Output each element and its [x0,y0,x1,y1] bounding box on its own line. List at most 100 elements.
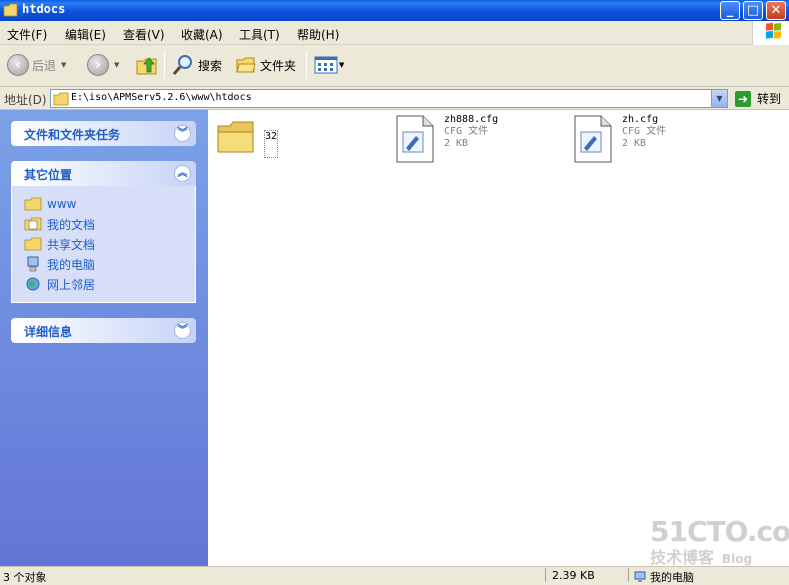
file-item[interactable]: zh888.cfg CFG 文件 2 KB [394,114,498,164]
chevron-down-icon[interactable]: ︾ [174,125,191,142]
file-type: CFG 文件 [444,126,489,137]
chevron-down-icon[interactable]: ︾ [174,322,191,339]
address-label: 地址(D) [4,93,47,107]
menu-file[interactable]: 文件(F) [7,26,47,43]
menu-favorites[interactable]: 收藏(A) [181,26,223,43]
place-shared-documents[interactable]: 共享文档 [24,234,195,254]
status-divider [628,568,629,582]
status-location-label: 我的电脑 [650,571,694,584]
menu-bar: 文件(F) 编辑(E) 查看(V) 收藏(A) 工具(T) 帮助(H) [0,21,789,45]
place-label: 我的电脑 [47,257,96,272]
watermark-blog: Blog [722,552,753,566]
cfg-file-icon [574,115,612,163]
details-panel: 详细信息 ︾ [11,318,196,343]
status-location: 我的电脑 [634,569,694,585]
back-button[interactable]: ‹ 后退 ▼ [7,45,66,85]
file-size: 2 KB [622,138,647,149]
up-folder-button[interactable] [135,45,159,85]
toolbar-separator [306,51,307,79]
menu-edit[interactable]: 编辑(E) [65,26,106,43]
other-places-title: 其它位置 [24,168,73,182]
go-arrow-icon: ➜ [735,90,751,107]
network-places-icon [26,277,40,291]
shared-folder-icon [24,237,42,251]
search-button[interactable]: 搜索 [171,45,222,85]
status-size: 2.39 KB [552,569,595,582]
up-folder-icon [136,57,157,75]
toolbar: ‹ 后退 ▼ › ▼ 搜索 文件夹 ▼ [0,45,789,87]
title-bar: htdocs _ □ ✕ [0,0,789,21]
menu-tools[interactable]: 工具(T) [239,26,280,43]
place-www[interactable]: www [24,194,195,214]
folders-label: 文件夹 [260,58,297,73]
search-icon [172,55,192,75]
file-type: CFG 文件 [622,126,667,137]
views-icon [314,56,338,74]
file-size: 2 KB [444,138,469,149]
file-item[interactable]: 32 [216,118,279,158]
place-network[interactable]: 网上邻居 [24,274,195,294]
back-label: 后退 [32,58,57,73]
place-label: www [47,197,77,211]
place-label: 共享文档 [47,237,96,252]
views-dropdown-icon: ▼ [339,61,345,69]
place-label: 网上邻居 [47,277,96,292]
watermark-sub: 技术博客 [650,548,715,567]
maximize-button[interactable]: □ [743,1,763,20]
forward-arrow-icon: › [87,54,109,76]
file-name: zh.cfg [622,114,659,125]
my-documents-icon [24,217,42,231]
menu-view[interactable]: 查看(V) [123,26,165,43]
address-path: E:\iso\APMServ5.2.6\www\htdocs [71,92,252,103]
my-computer-icon [634,571,646,582]
views-button[interactable]: ▼ [314,45,344,85]
file-item[interactable]: zh.cfg CFG 文件 2 KB [572,114,666,164]
other-places-header[interactable]: 其它位置 ︽ [11,161,196,186]
forward-dropdown-icon: ▼ [114,61,120,69]
status-divider [545,568,546,582]
menu-help[interactable]: 帮助(H) [297,26,339,43]
folder-icon [53,92,69,106]
file-list: 32 zh888.cfg CFG 文件 2 KB zh.cfg CFG 文件 2… [208,110,789,566]
folders-button[interactable]: 文件夹 [235,45,296,85]
place-my-computer[interactable]: 我的电脑 [24,254,195,274]
chevron-up-icon[interactable]: ︽ [174,165,191,182]
minimize-button[interactable]: _ [720,1,740,20]
status-bar: 3 个对象 2.39 KB 我的电脑 [0,566,789,585]
folder-icon [24,197,42,211]
place-label: 我的文档 [47,217,96,232]
address-dropdown-icon[interactable]: ▼ [711,90,727,107]
toolbar-separator [164,51,165,79]
file-meta: zh888.cfg CFG 文件 2 KB [444,114,498,164]
my-computer-icon [27,256,39,272]
place-my-documents[interactable]: 我的文档 [24,214,195,234]
search-label: 搜索 [198,58,223,73]
back-arrow-icon: ‹ [7,54,29,76]
close-button[interactable]: ✕ [766,1,786,20]
other-places-list: www 我的文档 共享文档 我的电脑 网上邻居 [11,186,196,303]
file-name: 32 [264,130,279,158]
go-label: 转到 [757,92,782,106]
folder-icon [3,3,18,17]
go-button[interactable]: ➜ 转到 [735,90,781,107]
folders-icon [236,57,256,73]
file-name: zh888.cfg [444,114,499,125]
tasks-panel: 文件和文件夹任务 ︾ [11,121,196,146]
file-meta: zh.cfg CFG 文件 2 KB [622,114,666,164]
back-dropdown-icon: ▼ [61,61,67,69]
details-panel-header[interactable]: 详细信息 ︾ [11,318,196,343]
task-pane: 文件和文件夹任务 ︾ 其它位置 ︽ www 我的文档 共享文档 我的电脑 网上邻… [0,110,208,566]
forward-button[interactable]: › ▼ [87,45,119,85]
address-bar: 地址(D) E:\iso\APMServ5.2.6\www\htdocs ▼ ➜… [0,87,789,110]
tasks-panel-header[interactable]: 文件和文件夹任务 ︾ [11,121,196,146]
watermark: 51CTO.com 技术博客Blog [650,515,789,568]
details-panel-title: 详细信息 [24,325,73,339]
window-title: htdocs [22,2,66,16]
folder-icon [217,121,254,153]
address-input[interactable]: E:\iso\APMServ5.2.6\www\htdocs ▼ [50,89,728,108]
other-places-panel: 其它位置 ︽ www 我的文档 共享文档 我的电脑 网上邻居 [11,161,196,303]
tasks-panel-title: 文件和文件夹任务 [24,128,121,142]
windows-logo-icon [752,21,789,45]
status-object-count: 3 个对象 [3,571,47,584]
cfg-file-icon [396,115,434,163]
